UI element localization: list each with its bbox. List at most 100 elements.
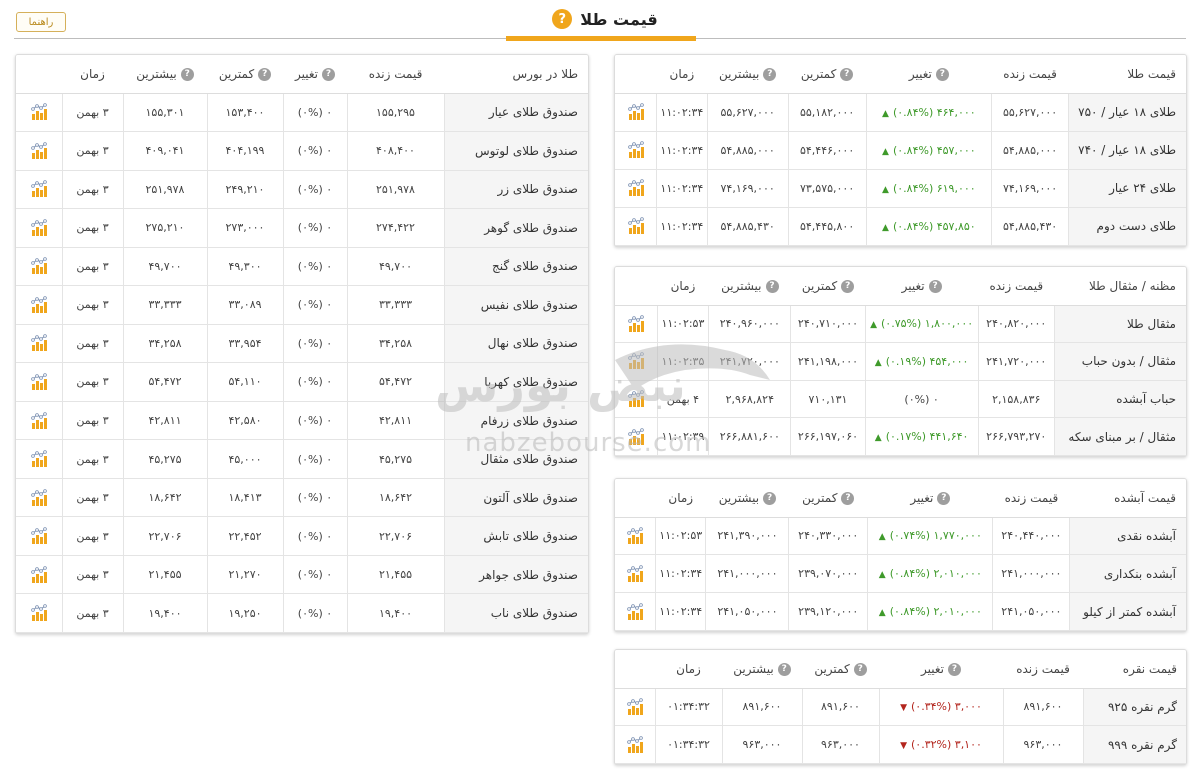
- table-row[interactable]: صندوق طلای جواهر ۲۱,۴۵۵ ۰ (۰%) ۲۱,۲۷۰ ۲۱,۴۵۵…: [16, 554, 588, 595]
- cell-name[interactable]: صندوق طلای تابش: [443, 516, 588, 556]
- cell-name[interactable]: گرم نقره ۹۲۵: [1082, 687, 1186, 727]
- cell-name[interactable]: طلای ۲۴ عیار: [1068, 168, 1186, 208]
- chart-icon[interactable]: [30, 257, 48, 275]
- table-row[interactable]: صندوق طلای زرفام ۴۲,۸۱۱ ۰ (۰%) ۴۲,۵۸۰ ۴۲,۸۱۱…: [16, 400, 588, 441]
- help-icon[interactable]: ?: [841, 279, 855, 293]
- help-icon[interactable]: ?: [948, 662, 961, 676]
- chart-button[interactable]: [16, 208, 63, 248]
- chart-button[interactable]: [615, 687, 656, 727]
- table-row[interactable]: طلای ۲۴ عیار ۷۴,۱۶۹,۰۰۰ ۶۱۹,۰۰۰ (۰.۸۴%)▲ ۷۳…: [615, 168, 1186, 208]
- table-row[interactable]: طلای ۱۸ عیار / ۷۵۰ ۵۵,۶۲۷,۰۰۰ ۴۶۴,۰۰۰ (۰.۸…: [615, 92, 1186, 132]
- chart-icon[interactable]: [627, 141, 645, 159]
- chart-button[interactable]: [615, 417, 658, 456]
- chart-icon[interactable]: [627, 179, 645, 197]
- chart-icon[interactable]: [30, 565, 48, 583]
- cell-name[interactable]: صندوق طلای مثقال: [443, 439, 588, 479]
- cell-name[interactable]: مثقال / بر مبنای سکه: [1053, 417, 1186, 456]
- chart-button[interactable]: [615, 92, 658, 132]
- help-icon[interactable]: ?: [765, 279, 779, 293]
- help-icon[interactable]: ?: [841, 491, 855, 505]
- help-icon[interactable]: ?: [937, 491, 951, 505]
- chart-icon[interactable]: [30, 411, 48, 429]
- chart-icon[interactable]: [627, 352, 645, 370]
- help-icon[interactable]: ?: [180, 67, 194, 81]
- table-row[interactable]: صندوق طلای عیار ۱۵۵,۲۹۵ ۰ (۰%) ۱۵۳,۴۰۰ ۱۵۵,۳…: [16, 92, 588, 133]
- help-icon[interactable]: ?: [763, 67, 777, 81]
- table-row[interactable]: مثقال / بر مبنای سکه ۲۶۶,۷۹۳,۲۷۰ ۴۴۱,۶۴۰ (…: [615, 417, 1186, 456]
- cell-name[interactable]: صندوق طلای آلتون: [443, 477, 588, 518]
- chart-icon[interactable]: [626, 698, 644, 715]
- chart-button[interactable]: [16, 516, 63, 556]
- chart-button[interactable]: [16, 477, 63, 518]
- chart-button[interactable]: [16, 169, 63, 210]
- chart-icon[interactable]: [626, 602, 644, 620]
- chart-icon[interactable]: [627, 390, 645, 408]
- cell-name[interactable]: حباب آبشده: [1053, 379, 1186, 419]
- table-row[interactable]: طلای دست دوم ۵۴,۸۸۵,۴۳۰ ۴۵۷,۸۵۰ (۰.۸۴%)▲ ۵۴…: [615, 206, 1186, 246]
- chart-button[interactable]: [16, 323, 63, 364]
- chart-icon[interactable]: [30, 141, 48, 159]
- table-row[interactable]: صندوق طلای گنج ۴۹,۷۰۰ ۰ (۰%) ۴۹,۳۰۰ ۴۹,۷۰۰ ۳ …: [16, 246, 588, 287]
- help-icon[interactable]: ?: [935, 67, 949, 81]
- help-icon[interactable]: ?: [763, 491, 777, 505]
- chart-button[interactable]: [615, 206, 658, 246]
- chart-icon[interactable]: [30, 373, 48, 390]
- chart-icon[interactable]: [626, 564, 644, 582]
- chart-button[interactable]: [615, 168, 658, 208]
- cell-name[interactable]: طلای دست دوم: [1068, 206, 1186, 246]
- title-help-icon[interactable]: ?: [552, 9, 573, 29]
- cell-name[interactable]: مثقال طلا: [1053, 304, 1186, 344]
- cell-name[interactable]: صندوق طلای عیار: [443, 92, 588, 133]
- chart-icon[interactable]: [30, 450, 48, 468]
- chart-icon[interactable]: [30, 334, 48, 352]
- chart-button[interactable]: [16, 439, 63, 479]
- cell-name[interactable]: گرم نقره ۹۹۹: [1082, 725, 1186, 764]
- help-icon[interactable]: ?: [258, 67, 272, 81]
- table-row[interactable]: صندوق طلای مثقال ۴۵,۲۷۵ ۰ (۰%) ۴۵,۰۰۰ ۴۵,۲۷۵…: [16, 439, 588, 479]
- chart-button[interactable]: [615, 516, 656, 556]
- cell-name[interactable]: صندوق طلای نفیس: [443, 285, 588, 325]
- table-row[interactable]: گرم نقره ۹۹۹ ۹۶۳,۰۰۰ ۳,۱۰۰ (۰.۳۲%) ▼ ۹۶۳,۰۰۰…: [615, 725, 1186, 764]
- table-row[interactable]: طلای ۱۸ عیار / ۷۴۰ ۵۴,۸۸۵,۰۰۰ ۴۵۷,۰۰۰ (۰.۸…: [615, 130, 1186, 170]
- chart-icon[interactable]: [627, 315, 645, 332]
- help-icon[interactable]: ?: [322, 67, 335, 81]
- chart-icon[interactable]: [30, 296, 48, 313]
- chart-icon[interactable]: [626, 527, 644, 544]
- chart-button[interactable]: [16, 246, 63, 287]
- chart-icon[interactable]: [627, 103, 645, 121]
- cell-name[interactable]: صندوق طلای زر: [443, 169, 588, 210]
- cell-name[interactable]: صندوق طلای نهال: [443, 323, 588, 364]
- table-row[interactable]: حباب آبشده ۲,۱۵۸,۸۳۶ ۰ (۰%) ۷۱۰,۱۳۱ ۲,۹۶۸,۸۲…: [615, 379, 1186, 419]
- table-row[interactable]: آبشده بنکداری ۲۴۱,۰۰۰,۰۰۰ ۲,۰۱۰,۰۰۰ (۰.۸۴%…: [615, 554, 1186, 594]
- cell-name[interactable]: صندوق طلای گنج: [443, 246, 588, 287]
- chart-icon[interactable]: [627, 427, 645, 445]
- cell-name[interactable]: صندوق طلای جواهر: [443, 554, 588, 595]
- cell-name[interactable]: صندوق طلای لوتوس: [443, 131, 588, 171]
- chart-button[interactable]: [615, 554, 656, 594]
- cell-name[interactable]: صندوق طلای گوهر: [443, 208, 588, 248]
- chart-icon[interactable]: [30, 604, 48, 622]
- chart-icon[interactable]: [30, 180, 48, 198]
- chart-button[interactable]: [16, 400, 63, 441]
- cell-name[interactable]: آبشده کمتر از کیلو: [1069, 592, 1186, 631]
- table-row[interactable]: مثقال / بدون حباب ۲۴۱,۷۲۰,۰۰۰ ۴۵۴,۰۰۰ (۰.۱…: [615, 342, 1186, 381]
- chart-icon[interactable]: [30, 488, 48, 506]
- table-row[interactable]: صندوق طلای آلتون ۱۸,۶۴۲ ۰ (۰%) ۱۸,۴۱۳ ۱۸,۶۴۲…: [16, 477, 588, 518]
- table-row[interactable]: صندوق طلای لوتوس ۴۰۸,۴۰۰ ۰ (۰%) ۴۰۴,۱۹۹ ۴۰۹,…: [16, 131, 588, 171]
- cell-name[interactable]: صندوق طلای ناب: [443, 593, 588, 633]
- table-row[interactable]: مثقال طلا ۲۴۰,۸۲۰,۰۰۰ ۱,۸۰۰,۰۰۰ (۰.۷۵%) ▲ ۲۴…: [615, 304, 1186, 344]
- chart-icon[interactable]: [626, 735, 644, 753]
- help-icon[interactable]: ?: [928, 279, 942, 293]
- chart-icon[interactable]: [627, 217, 645, 235]
- table-row[interactable]: آبشده کمتر از کیلو ۲۴۱,۰۵۰,۰۰۰ ۲,۰۱۰,۰۰۰ (…: [615, 592, 1186, 631]
- chart-icon[interactable]: [30, 219, 48, 236]
- cell-name[interactable]: طلای ۱۸ عیار / ۷۵۰: [1068, 92, 1186, 132]
- chart-button[interactable]: [615, 342, 658, 381]
- cell-name[interactable]: طلای ۱۸ عیار / ۷۴۰: [1068, 130, 1186, 170]
- help-icon[interactable]: ?: [777, 662, 791, 676]
- table-row[interactable]: صندوق طلای ناب ۱۹,۴۰۰ ۰ (۰%) ۱۹,۲۵۰ ۱۹,۴۰۰ ۳ …: [16, 593, 588, 633]
- chart-button[interactable]: [16, 92, 63, 133]
- cell-name[interactable]: مثقال / بدون حباب: [1053, 342, 1186, 381]
- help-icon[interactable]: ?: [853, 662, 867, 676]
- table-row[interactable]: آبشده نقدی ۲۴۰,۴۴۰,۰۰۰ ۱,۷۷۰,۰۰۰ (۰.۷۴%)▲ ۲…: [615, 516, 1186, 556]
